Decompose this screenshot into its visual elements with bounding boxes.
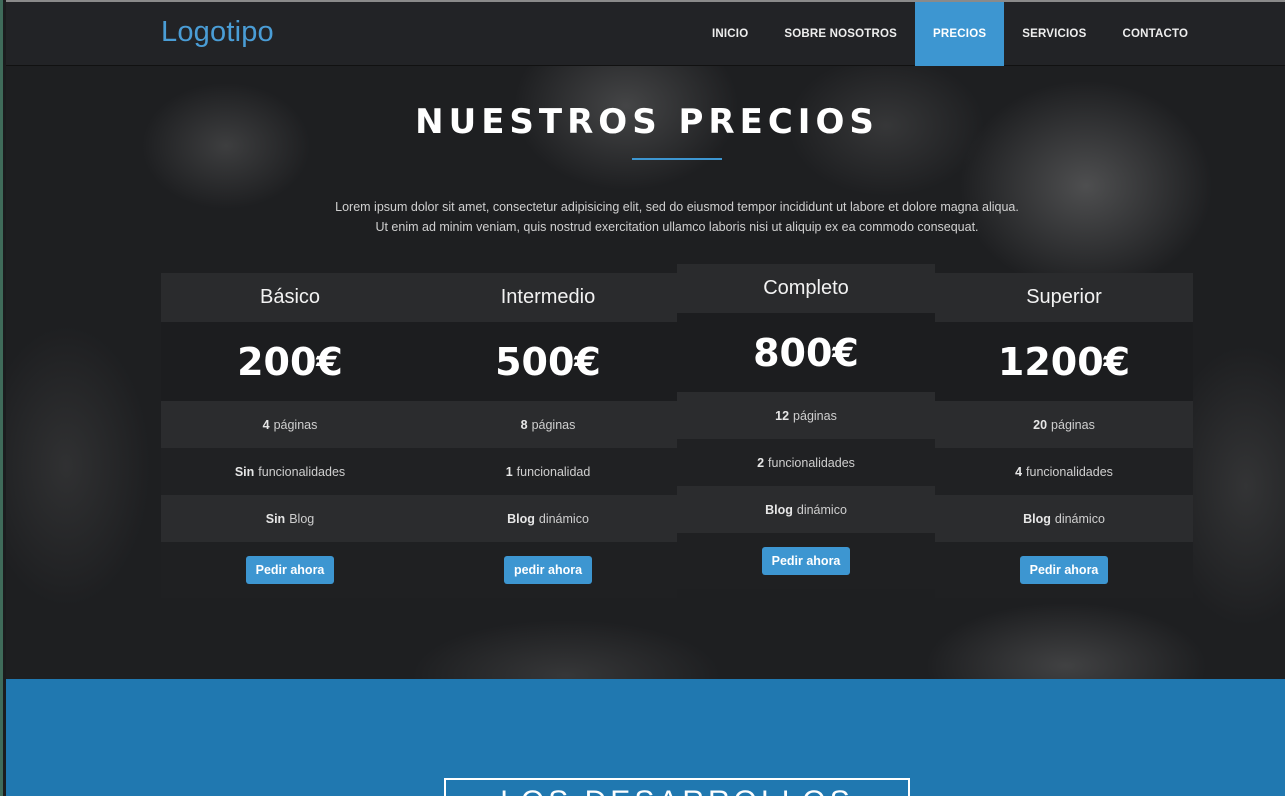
section-description: Lorem ipsum dolor sit amet, consectetur … bbox=[6, 197, 1285, 237]
plan-feature: 4 funcionalidades bbox=[935, 448, 1193, 495]
page: Logotipo INICIO SOBRE NOSOTROS PRECIOS S… bbox=[0, 0, 1285, 796]
features-section-title: LOS DESARROLLOS INCLUYEN bbox=[444, 778, 910, 796]
plan-footer: Pedir ahora bbox=[935, 542, 1193, 598]
plan-feature: Sin funcionalidades bbox=[161, 448, 419, 495]
nav-menu: INICIO SOBRE NOSOTROS PRECIOS SERVICIOS … bbox=[694, 2, 1206, 66]
plan-feature: 20 páginas bbox=[935, 401, 1193, 448]
order-button[interactable]: Pedir ahora bbox=[1019, 556, 1109, 584]
order-button[interactable]: Pedir ahora bbox=[761, 547, 851, 575]
description-line-2: Ut enim ad minim veniam, quis nostrud ex… bbox=[375, 220, 979, 234]
description-line-1: Lorem ipsum dolor sit amet, consectetur … bbox=[335, 200, 1019, 214]
plan-feature: 1 funcionalidad bbox=[419, 448, 677, 495]
section-title: NUESTROS PRECIOS bbox=[415, 102, 879, 142]
plan-price: 500€ bbox=[419, 322, 677, 401]
plan-feature: 12 páginas bbox=[677, 392, 935, 439]
plan-card-basico: Básico 200€ 4 páginas Sin funcionalidades … bbox=[161, 273, 419, 598]
plan-name: Básico bbox=[161, 273, 419, 322]
plan-name: Completo bbox=[677, 264, 935, 313]
pricing-section: NUESTROS PRECIOS Lorem ipsum dolor sit a… bbox=[6, 66, 1285, 679]
plan-footer: Pedir ahora bbox=[677, 533, 935, 589]
plan-feature: Sin Blog bbox=[161, 495, 419, 542]
plan-feature: 4 páginas bbox=[161, 401, 419, 448]
plan-card-intermedio: Intermedio 500€ 8 páginas 1 funcionalidad … bbox=[419, 273, 677, 598]
plan-price: 1200€ bbox=[935, 322, 1193, 401]
plan-card-superior: Superior 1200€ 20 páginas 4 funcionalidade… bbox=[935, 273, 1193, 598]
nav-item-sobre-nosotros[interactable]: SOBRE NOSOTROS bbox=[766, 2, 915, 66]
plan-feature: Blog dinámico bbox=[677, 486, 935, 533]
nav-item-contacto[interactable]: CONTACTO bbox=[1104, 2, 1206, 66]
nav-item-precios[interactable]: PRECIOS bbox=[915, 2, 1005, 66]
plan-footer: pedir ahora bbox=[419, 542, 677, 598]
plan-feature: Blog dinámico bbox=[935, 495, 1193, 542]
order-button[interactable]: Pedir ahora bbox=[245, 556, 335, 584]
plan-card-completo: Completo 800€ 12 páginas 2 funcionalidades… bbox=[677, 264, 935, 589]
nav-item-inicio[interactable]: INICIO bbox=[694, 2, 766, 66]
plan-footer: Pedir ahora bbox=[161, 542, 419, 598]
plan-feature: 8 páginas bbox=[419, 401, 677, 448]
navbar: Logotipo INICIO SOBRE NOSOTROS PRECIOS S… bbox=[6, 0, 1285, 66]
plan-name: Intermedio bbox=[419, 273, 677, 322]
nav-item-servicios[interactable]: SERVICIOS bbox=[1004, 2, 1104, 66]
logo[interactable]: Logotipo bbox=[161, 16, 274, 49]
plan-feature: 2 funcionalidades bbox=[677, 439, 935, 486]
order-button[interactable]: pedir ahora bbox=[503, 556, 593, 584]
plan-name: Superior bbox=[935, 273, 1193, 322]
plan-price: 200€ bbox=[161, 322, 419, 401]
plan-feature: Blog dinámico bbox=[419, 495, 677, 542]
features-section: LOS DESARROLLOS INCLUYEN bbox=[6, 679, 1285, 796]
title-underline bbox=[632, 158, 722, 160]
plan-price: 800€ bbox=[677, 313, 935, 392]
